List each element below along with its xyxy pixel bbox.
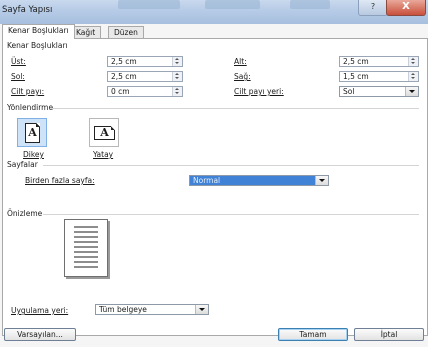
preview-text-line <box>74 266 98 268</box>
title-bar-blur <box>118 0 180 9</box>
portrait-button[interactable]: A <box>17 118 47 147</box>
multiple-pages-value: Normal <box>190 176 316 185</box>
preview-text-line <box>74 251 98 253</box>
cancel-button[interactable]: İptal <box>354 328 424 341</box>
right-margin-label: Sağ: <box>234 72 251 81</box>
apply-to-select[interactable]: Tüm belgeye <box>95 304 209 315</box>
bottom-margin-value: 2,5 cm <box>343 57 369 66</box>
dropdown-arrow-icon[interactable] <box>195 305 208 314</box>
top-margin-spinner[interactable]: 2,5 cm <box>107 56 183 67</box>
portrait-label: Dikey <box>23 150 44 159</box>
multiple-pages-select[interactable]: Normal <box>189 175 329 186</box>
preview-text-line <box>74 226 98 228</box>
gutter-position-label: Cilt payı yeri: <box>234 87 284 96</box>
preview-text-line <box>74 236 98 238</box>
window-title: Sayfa Yapısı <box>2 5 53 15</box>
page-preview <box>64 219 108 277</box>
section-divider <box>43 214 419 215</box>
gutter-value: 0 cm <box>111 87 130 96</box>
right-margin-value: 1,5 cm <box>343 72 369 81</box>
section-divider <box>51 108 419 109</box>
portrait-page-icon: A <box>25 123 40 143</box>
landscape-button[interactable]: A <box>89 118 119 147</box>
top-margin-value: 2,5 cm <box>111 57 137 66</box>
spinner-arrows-icon[interactable] <box>172 72 182 81</box>
section-orientation-title: Yönlendirme <box>7 103 54 112</box>
preview-text-line <box>74 241 98 243</box>
apply-to-value: Tüm belgeye <box>99 305 147 314</box>
gutter-spinner[interactable]: 0 cm <box>107 86 183 97</box>
left-margin-value: 2,5 cm <box>111 72 137 81</box>
bottom-margin-spinner[interactable]: 2,5 cm <box>339 56 419 67</box>
left-margin-spinner[interactable]: 2,5 cm <box>107 71 183 82</box>
set-as-default-button[interactable]: Varsayılan... <box>4 328 76 341</box>
top-margin-label: Üst: <box>11 57 26 66</box>
help-button[interactable]: ? <box>358 0 388 16</box>
ok-button[interactable]: Tamam <box>278 328 348 341</box>
gutter-position-select[interactable]: Sol <box>339 86 419 97</box>
spinner-arrows-icon[interactable] <box>408 57 418 66</box>
spinner-arrows-icon[interactable] <box>172 87 182 96</box>
page-setup-dialog: Kenar Boşlukları Kağıt Düzen Kenar Boşlu… <box>0 24 428 347</box>
preview-text-line <box>74 256 98 258</box>
landscape-page-icon: A <box>94 126 115 140</box>
preview-text-line <box>74 231 98 233</box>
spinner-arrows-icon[interactable] <box>408 72 418 81</box>
title-bar-blur <box>290 0 330 9</box>
preview-text-line <box>74 246 98 248</box>
dropdown-arrow-icon[interactable] <box>405 87 418 96</box>
section-preview-title: Önizleme <box>7 209 43 218</box>
title-bar-blur <box>205 0 260 9</box>
tab-margins[interactable]: Kenar Boşlukları <box>2 24 75 39</box>
gutter-position-value: Sol <box>343 87 355 96</box>
dropdown-arrow-icon[interactable] <box>315 176 328 185</box>
preview-text-line <box>74 261 98 263</box>
right-margin-spinner[interactable]: 1,5 cm <box>339 71 419 82</box>
landscape-label: Yatay <box>93 150 114 159</box>
tab-panel: Kenar Boşlukları Üst: 2,5 cm Alt: 2,5 cm… <box>2 38 428 336</box>
section-margins-title: Kenar Boşlukları <box>7 41 68 50</box>
bottom-margin-label: Alt: <box>234 57 247 66</box>
apply-to-label: Uygulama yeri: <box>11 306 69 315</box>
spinner-arrows-icon[interactable] <box>172 57 182 66</box>
close-button[interactable]: X <box>386 0 426 16</box>
section-divider <box>43 165 419 166</box>
multiple-pages-label: Birden fazla sayfa: <box>25 176 95 185</box>
gutter-label: Cilt payı: <box>11 87 45 96</box>
title-bar: Sayfa Yapısı ? X <box>0 0 428 24</box>
section-pages-title: Sayfalar <box>7 160 38 169</box>
left-margin-label: Sol: <box>11 72 25 81</box>
